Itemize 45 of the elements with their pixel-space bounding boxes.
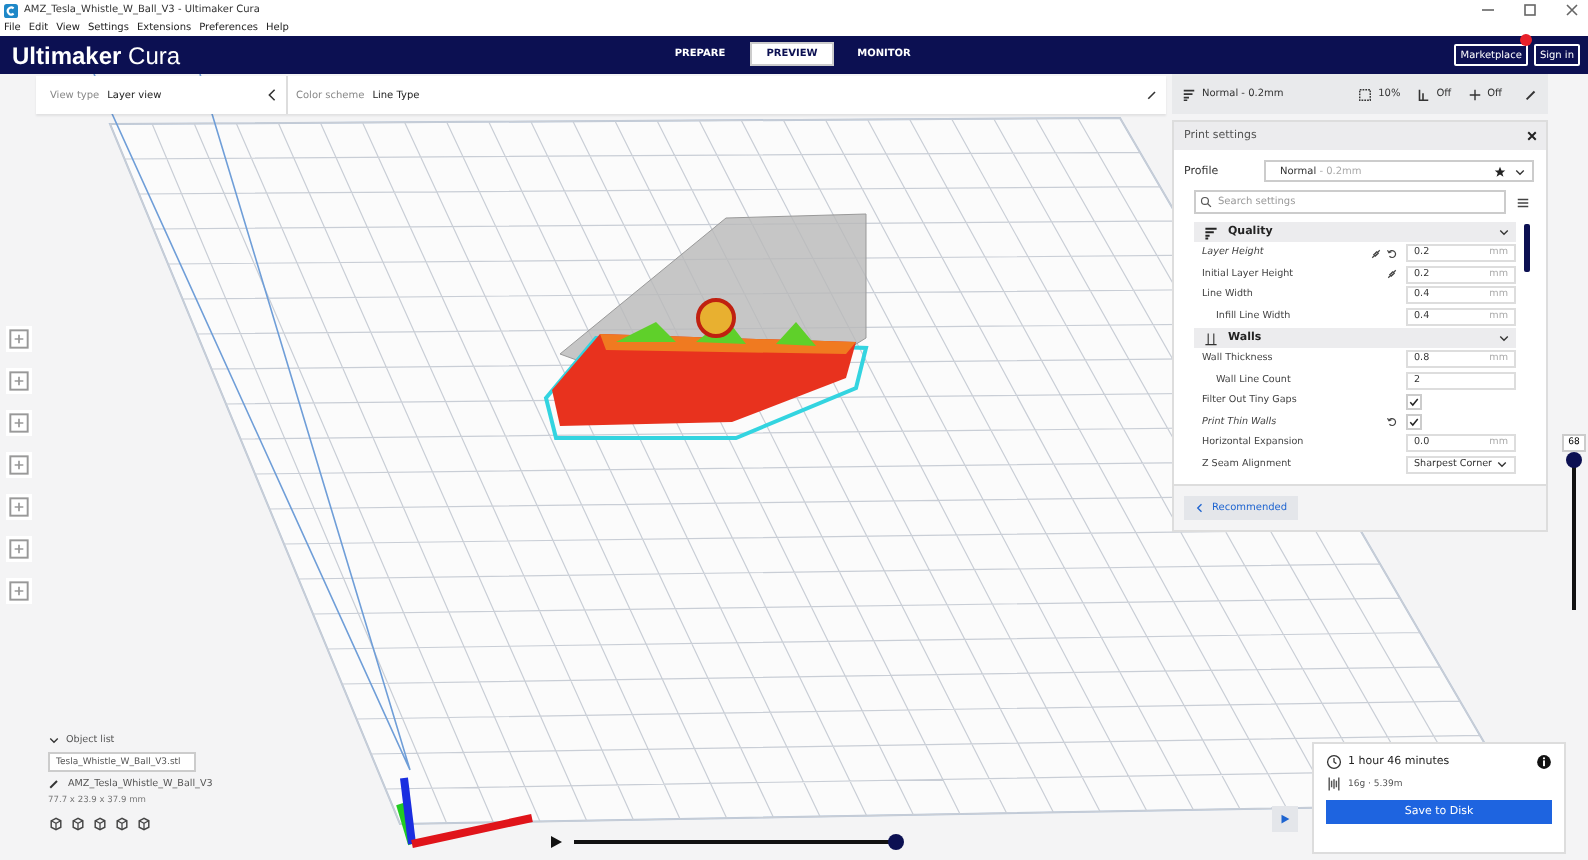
- infill-icon: [1358, 87, 1373, 101]
- clock-icon: [1326, 754, 1342, 770]
- setting-checkbox[interactable]: [1406, 393, 1422, 410]
- layer-slider-handle[interactable]: [1566, 452, 1582, 468]
- chevron-down-icon: [48, 734, 60, 746]
- chevron-left-icon[interactable]: [266, 88, 278, 102]
- adhesion-icon: [1467, 87, 1482, 101]
- tool-icon[interactable]: [6, 368, 32, 394]
- play-icon: [1278, 812, 1292, 826]
- camera-view-icon[interactable]: [70, 816, 86, 832]
- camera-view-icon[interactable]: [136, 816, 152, 832]
- camera-view-icon[interactable]: [92, 816, 108, 832]
- chevron-down-icon: [1496, 458, 1508, 471]
- tool-icon[interactable]: [6, 326, 32, 352]
- support-icon: [1416, 87, 1431, 101]
- walls-icon: [1204, 331, 1218, 345]
- chevron-down-icon: [1514, 165, 1526, 177]
- maximize-icon[interactable]: [1522, 2, 1538, 18]
- pencil-icon[interactable]: [1524, 87, 1538, 101]
- reset-icon[interactable]: [1386, 247, 1398, 260]
- preview-toggle-button[interactable]: [1272, 806, 1298, 832]
- play-icon[interactable]: [548, 834, 564, 850]
- camera-view-icon[interactable]: [114, 816, 130, 832]
- menu-icon[interactable]: [1516, 195, 1530, 209]
- pencil-icon[interactable]: [1146, 88, 1158, 102]
- info-icon[interactable]: [1536, 754, 1552, 770]
- scrollbar-thumb[interactable]: [1524, 224, 1530, 272]
- setting-checkbox[interactable]: [1406, 414, 1422, 431]
- spool-icon: [1326, 776, 1342, 792]
- tool-icon[interactable]: [6, 578, 32, 604]
- search-icon: [1200, 196, 1212, 208]
- chevron-left-icon: [1194, 502, 1206, 514]
- star-icon[interactable]: [1494, 165, 1506, 177]
- tool-icon[interactable]: [6, 494, 32, 520]
- pencil-icon[interactable]: [48, 778, 60, 790]
- tool-icon[interactable]: [6, 410, 32, 436]
- camera-view-icon[interactable]: [48, 816, 64, 832]
- reset-icon[interactable]: [1386, 416, 1398, 429]
- quality-icon: [1204, 225, 1218, 239]
- tool-icon[interactable]: [6, 452, 32, 478]
- tool-icon[interactable]: [6, 536, 32, 562]
- app-logo: Ultimaker Cura: [12, 41, 181, 69]
- playback-slider-handle[interactable]: [888, 834, 904, 850]
- close-icon[interactable]: [1526, 130, 1538, 142]
- lines-icon: [1182, 87, 1196, 101]
